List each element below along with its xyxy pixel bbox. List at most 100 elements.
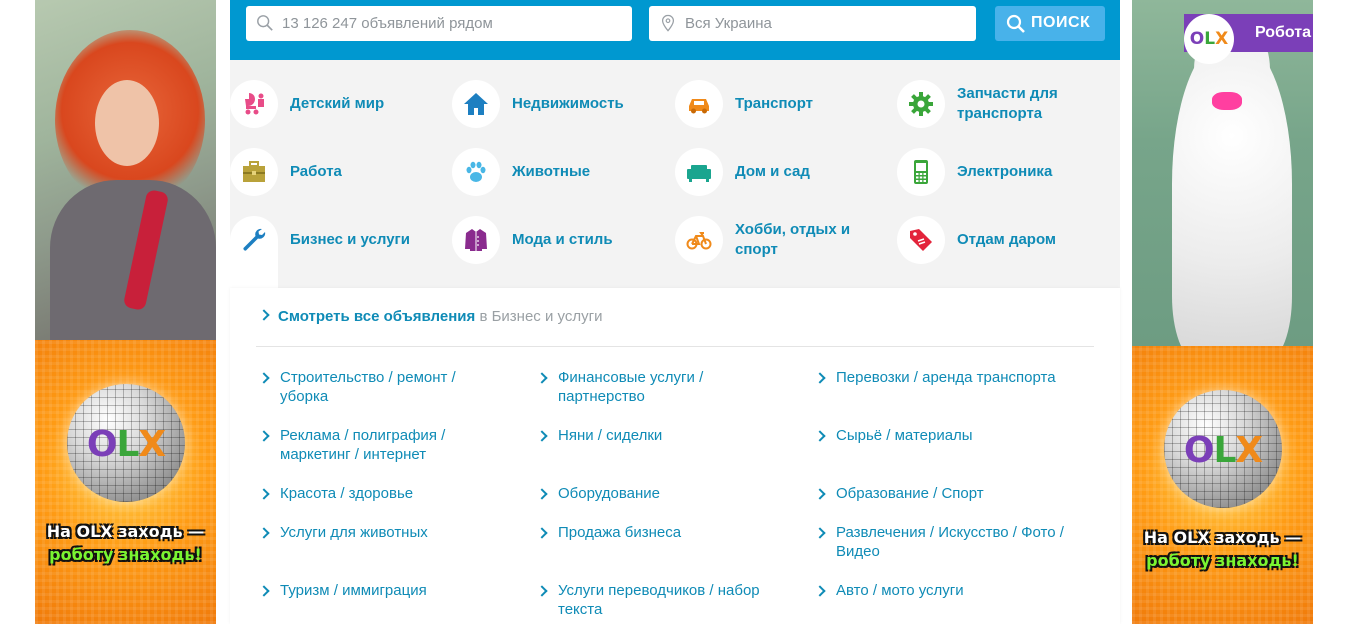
view-all-link[interactable]: Смотреть все объявления в Бизнес и услуг… bbox=[258, 308, 603, 325]
subcategory-label: Туризм / иммиграция bbox=[280, 582, 427, 599]
category-jobs[interactable]: Работа bbox=[230, 148, 452, 202]
stroller-icon bbox=[245, 93, 264, 115]
left-ad-banner[interactable]: OLX На OLX заходь — роботу знаходь! bbox=[35, 0, 216, 624]
category-icon-circle bbox=[452, 80, 500, 128]
subcategory-label: Авто / мото услуги bbox=[836, 582, 964, 599]
view-all-link-text[interactable]: Смотреть все объявления bbox=[278, 308, 475, 325]
category-animals[interactable]: Животные bbox=[452, 148, 674, 202]
chevron-right-icon bbox=[258, 430, 270, 442]
subcategory-label: Услуги переводчиков / набор текста bbox=[558, 582, 760, 618]
olx-logo: OLX bbox=[1164, 430, 1282, 471]
chevron-right-icon bbox=[536, 527, 548, 539]
subcategory-label: Реклама / полиграфия / маркетинг / интер… bbox=[280, 427, 446, 463]
logo-letter-l: L bbox=[1204, 29, 1216, 49]
slogan-line-2: роботу знаходь! bbox=[49, 545, 202, 564]
slogan-line-2: роботу знаходь! bbox=[1146, 551, 1299, 570]
logo-letter-x: X bbox=[1235, 430, 1263, 471]
olx-logo: OLX bbox=[1184, 14, 1234, 64]
category-label: Бизнес и услуги bbox=[290, 231, 411, 248]
chevron-right-icon bbox=[814, 430, 826, 442]
category-label: Мода и стиль bbox=[512, 231, 613, 248]
category-label: Отдам даром bbox=[957, 231, 1057, 248]
subcategory-label: Развлечения / Искусство / Фото / Видео bbox=[836, 524, 1064, 560]
category-real-estate[interactable]: Недвижимость bbox=[452, 80, 674, 134]
search-button[interactable]: ПОИСК bbox=[995, 6, 1105, 41]
paw-icon bbox=[466, 161, 486, 182]
chevron-right-icon bbox=[814, 372, 826, 384]
subcategory-link[interactable]: Услуги переводчиков / набор текста bbox=[536, 581, 766, 619]
ad-photo-woman bbox=[35, 0, 216, 350]
location-input[interactable] bbox=[685, 6, 1015, 41]
price-tag-icon bbox=[910, 229, 932, 251]
subcategory-label: Перевозки / аренда транспорта bbox=[836, 369, 1056, 386]
logo-letter-l: L bbox=[116, 424, 139, 465]
subcategory-label: Няни / сиделки bbox=[558, 427, 663, 444]
category-transport[interactable]: Транспорт bbox=[675, 80, 897, 134]
category-label: Дом и сад bbox=[735, 163, 810, 180]
subcategory-link[interactable]: Строительство / ремонт / уборка bbox=[258, 368, 488, 406]
subcategory-label: Оборудование bbox=[558, 485, 661, 502]
subcategory-link[interactable]: Няни / сиделки bbox=[536, 426, 766, 445]
logo-letter-o: O bbox=[86, 424, 118, 465]
categories-grid: Детский мир Недвижимость Транспорт Запча… bbox=[230, 60, 1120, 624]
subcategory-link[interactable]: Красота / здоровье bbox=[258, 484, 488, 503]
category-icon-circle bbox=[675, 80, 723, 128]
subcategory-label: Услуги для животных bbox=[280, 524, 428, 541]
subcategory-link[interactable]: Услуги для животных bbox=[258, 523, 488, 542]
category-icon-circle bbox=[230, 148, 278, 196]
chevron-right-icon bbox=[536, 585, 548, 597]
category-icon-circle bbox=[230, 216, 278, 292]
subcategory-label: Сырьё / материалы bbox=[836, 427, 973, 444]
divider bbox=[256, 346, 1094, 347]
bicycle-icon bbox=[686, 232, 712, 250]
category-kids[interactable]: Детский мир bbox=[230, 80, 452, 134]
category-icon-circle bbox=[452, 148, 500, 196]
subcategory-link[interactable]: Финансовые услуги / партнерство bbox=[536, 368, 766, 406]
ad-orange-panel: OLX На OLX заходь — роботу знаходь! bbox=[35, 340, 216, 624]
category-business-services[interactable]: Бизнес и услуги bbox=[230, 216, 452, 292]
llama-shape bbox=[1172, 40, 1292, 360]
chevron-right-icon bbox=[258, 488, 270, 500]
subcategory-link[interactable]: Развлечения / Искусство / Фото / Видео bbox=[814, 523, 1084, 561]
category-hobby-sport[interactable]: Хобби, отдых и спорт bbox=[675, 216, 897, 270]
location-field[interactable] bbox=[649, 6, 1015, 41]
category-electronics[interactable]: Электроника bbox=[897, 148, 1119, 202]
category-auto-parts[interactable]: Запчасти для транспорта bbox=[897, 80, 1119, 134]
category-label: Транспорт bbox=[735, 95, 814, 112]
ad-slogan: На OLX заходь — роботу знаходь! bbox=[35, 520, 216, 566]
search-input[interactable] bbox=[282, 6, 612, 41]
ad-orange-panel: OLX На OLX заходь — роботу знаходь! bbox=[1132, 346, 1313, 624]
chevron-right-icon bbox=[536, 430, 548, 442]
ad-slogan: На OLX заходь — роботу знаходь! bbox=[1132, 526, 1313, 572]
search-icon bbox=[257, 15, 273, 31]
chevron-right-icon bbox=[258, 309, 270, 321]
category-icon-circle bbox=[675, 148, 723, 196]
subcategory-link[interactable]: Сырьё / материалы bbox=[814, 426, 1084, 445]
subcategory-link[interactable]: Реклама / полиграфия / маркетинг / интер… bbox=[258, 426, 488, 464]
right-ad-banner[interactable]: Робота OLX OLX На OLX заходь — роботу зн… bbox=[1132, 0, 1313, 624]
subcategory-link[interactable]: Туризм / иммиграция bbox=[258, 581, 488, 600]
category-home-garden[interactable]: Дом и сад bbox=[675, 148, 897, 202]
logo-letter-o: O bbox=[1183, 430, 1215, 471]
view-all-suffix: в Бизнес и услуги bbox=[479, 308, 603, 325]
category-label: Животные bbox=[512, 163, 591, 180]
jacket-icon bbox=[465, 229, 487, 251]
subcategory-link[interactable]: Авто / мото услуги bbox=[814, 581, 1084, 600]
chevron-right-icon bbox=[258, 585, 270, 597]
subcategory-link[interactable]: Оборудование bbox=[536, 484, 766, 503]
search-field[interactable] bbox=[246, 6, 632, 41]
chevron-right-icon bbox=[814, 488, 826, 500]
subcategory-link[interactable]: Продажа бизнеса bbox=[536, 523, 766, 542]
category-icon-circle bbox=[452, 216, 500, 264]
subcategory-label: Продажа бизнеса bbox=[558, 524, 682, 541]
house-icon bbox=[464, 93, 488, 115]
category-free[interactable]: Отдам даром bbox=[897, 216, 1119, 270]
subcategory-link[interactable]: Образование / Спорт bbox=[814, 484, 1084, 503]
slogan-line-1: На OLX заходь — bbox=[46, 522, 205, 541]
briefcase-icon bbox=[243, 161, 265, 182]
olx-logo: OLX bbox=[67, 424, 185, 465]
subcategory-link[interactable]: Перевозки / аренда транспорта bbox=[814, 368, 1084, 387]
chevron-right-icon bbox=[258, 527, 270, 539]
category-fashion[interactable]: Мода и стиль bbox=[452, 216, 674, 270]
pink-bow-shape bbox=[1212, 92, 1242, 110]
